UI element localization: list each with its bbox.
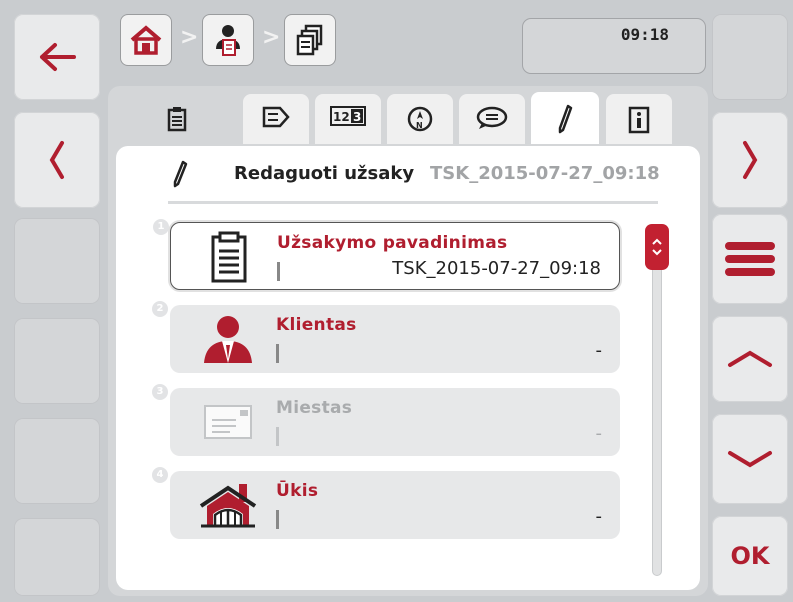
breadcrumb-separator: > (180, 25, 199, 50)
previous-tab-button[interactable] (14, 112, 100, 208)
item-label: Užsakymo pavadinimas (277, 233, 508, 253)
softkey-left-4[interactable] (14, 318, 100, 404)
softkey-left-6[interactable] (14, 518, 100, 596)
info-icon (628, 106, 650, 134)
text-cursor (276, 427, 279, 446)
item-number: 1 (153, 219, 169, 235)
svg-text:N: N (416, 121, 423, 130)
arrow-left-icon (40, 43, 76, 71)
pencil-title-icon (173, 160, 188, 188)
chevron-right-icon (743, 141, 758, 179)
page-title: Redaguoti užsaky (234, 163, 415, 184)
page-subtitle: TSK_2015-07-27_09:18 (430, 163, 660, 184)
breadcrumb-task-manager[interactable] (202, 14, 254, 66)
tab-task-list[interactable] (148, 94, 206, 154)
field-order-name[interactable]: 1 Užsakymo pavadinimas TSK_2015-07-27_09… (153, 219, 620, 290)
compass-icon: N (407, 106, 433, 132)
tab-navigation[interactable]: N (387, 94, 453, 154)
chevron-left-icon (49, 141, 64, 179)
ok-button[interactable]: OK (712, 516, 788, 596)
hamburger-icon (725, 242, 775, 276)
item-value: - (595, 340, 603, 361)
scroll-up-button[interactable] (712, 316, 788, 402)
speech-bubble-icon (476, 106, 508, 129)
text-cursor (277, 262, 280, 281)
clipboard-icon (167, 107, 187, 132)
text-cursor (276, 510, 279, 529)
item-value: - (595, 423, 603, 444)
text-cursor (276, 344, 279, 363)
back-button[interactable] (14, 14, 100, 100)
scrollbar-track[interactable] (652, 228, 662, 576)
pencil-icon (558, 104, 573, 134)
breadcrumb-separator: > (262, 25, 281, 50)
documents-icon (296, 24, 323, 56)
customer-icon (198, 313, 258, 365)
softkey-left-3[interactable] (14, 218, 100, 304)
tab-parameters[interactable] (243, 94, 309, 154)
chevron-up-icon (728, 350, 772, 367)
location-icon (198, 396, 258, 448)
clock-display: 09:18 (522, 18, 706, 74)
list-arrow-icon (262, 106, 290, 128)
clock-time: 09:18 (620, 25, 669, 44)
person-clipboard-icon (216, 25, 240, 56)
breadcrumb-tasks[interactable] (284, 14, 336, 66)
softkey-right-1[interactable] (712, 14, 788, 100)
softkey-left-5[interactable] (14, 418, 100, 504)
item-label: Ūkis (276, 481, 319, 501)
tab-notes[interactable] (459, 94, 525, 154)
scroll-grip-icon (652, 238, 662, 256)
clipboard-icon (199, 231, 259, 283)
svg-text:12: 12 (333, 110, 350, 124)
farm-icon (198, 479, 258, 531)
svg-text:3: 3 (353, 110, 361, 124)
item-number: 3 (152, 384, 168, 400)
field-farm[interactable]: 4 Ūkis - (152, 467, 620, 539)
ok-label: OK (730, 542, 770, 570)
field-customer[interactable]: 2 Klientas - (152, 301, 620, 373)
item-label: Miestas (276, 398, 353, 418)
item-number: 4 (152, 467, 168, 483)
scrollbar-thumb[interactable] (645, 224, 669, 270)
item-label: Klientas (276, 315, 357, 335)
item-value: TSK_2015-07-27_09:18 (392, 258, 601, 279)
tab-info[interactable] (606, 94, 672, 154)
next-tab-button[interactable] (712, 112, 788, 208)
breadcrumb-home[interactable] (120, 14, 172, 66)
item-number: 2 (152, 301, 168, 317)
counter-icon: 12 3 (330, 106, 366, 126)
field-city[interactable]: 3 Miestas - (152, 384, 620, 456)
item-value: - (595, 506, 603, 527)
chevron-down-icon (728, 451, 772, 468)
tab-counters[interactable]: 12 3 (315, 94, 381, 154)
title-divider (168, 201, 658, 204)
menu-button[interactable] (712, 214, 788, 304)
home-icon (130, 25, 162, 55)
scroll-down-button[interactable] (712, 414, 788, 504)
